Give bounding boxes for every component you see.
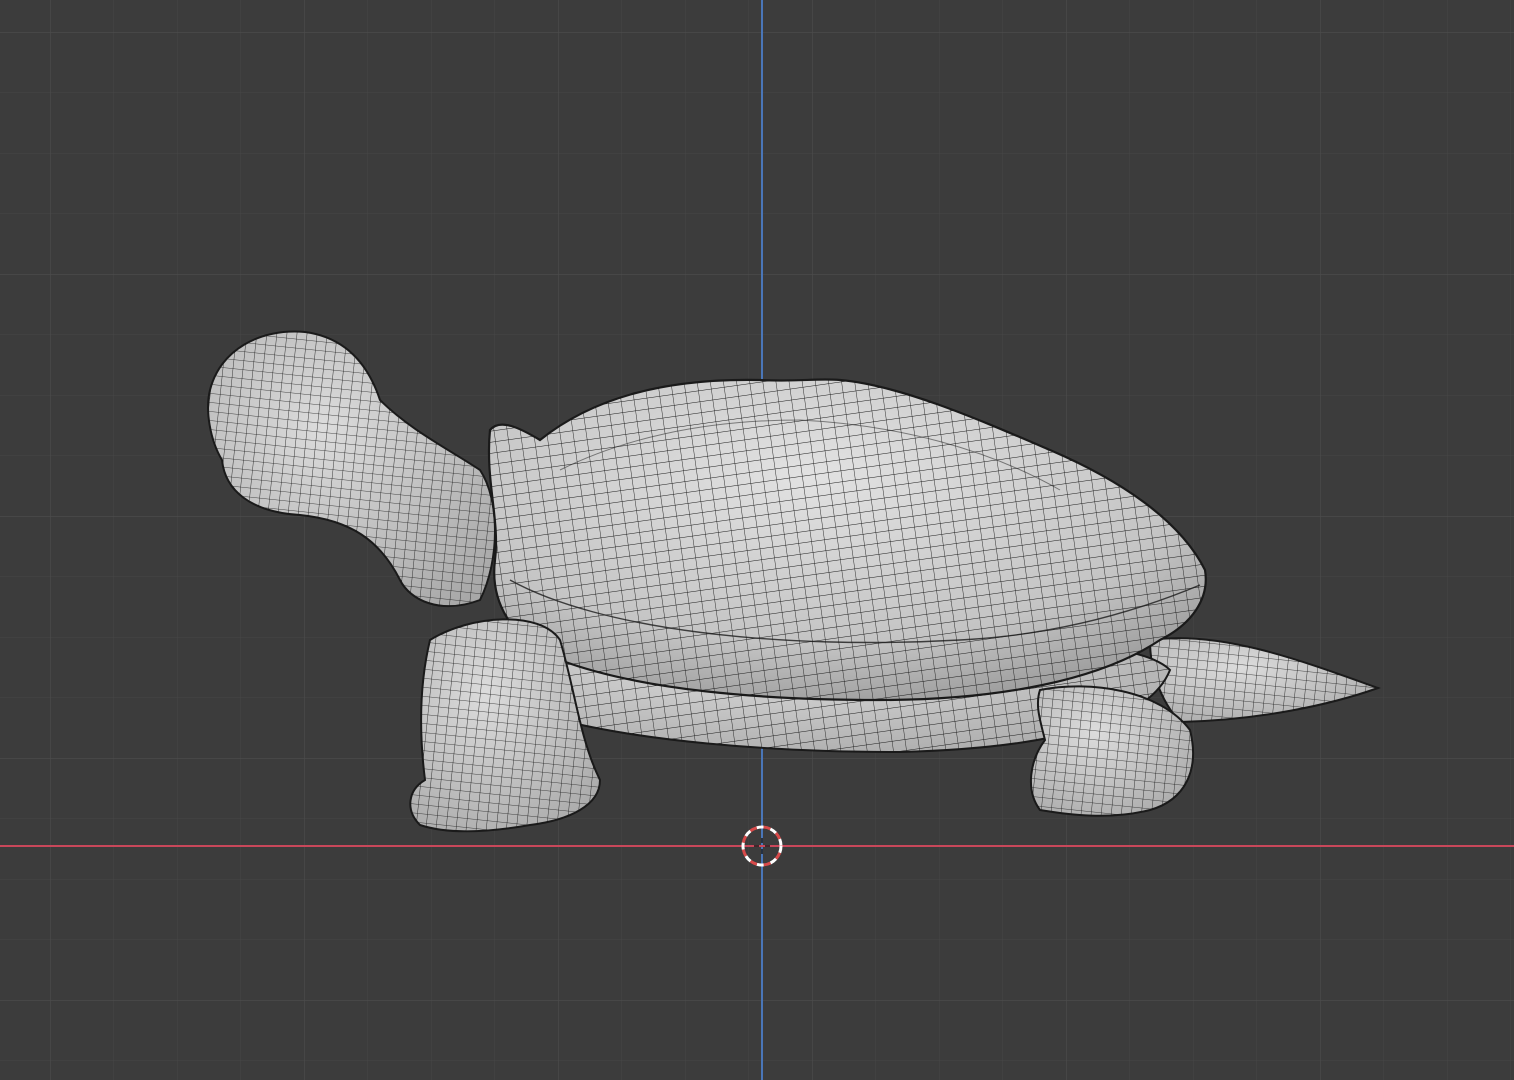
3d-viewport[interactable] bbox=[0, 0, 1514, 1080]
